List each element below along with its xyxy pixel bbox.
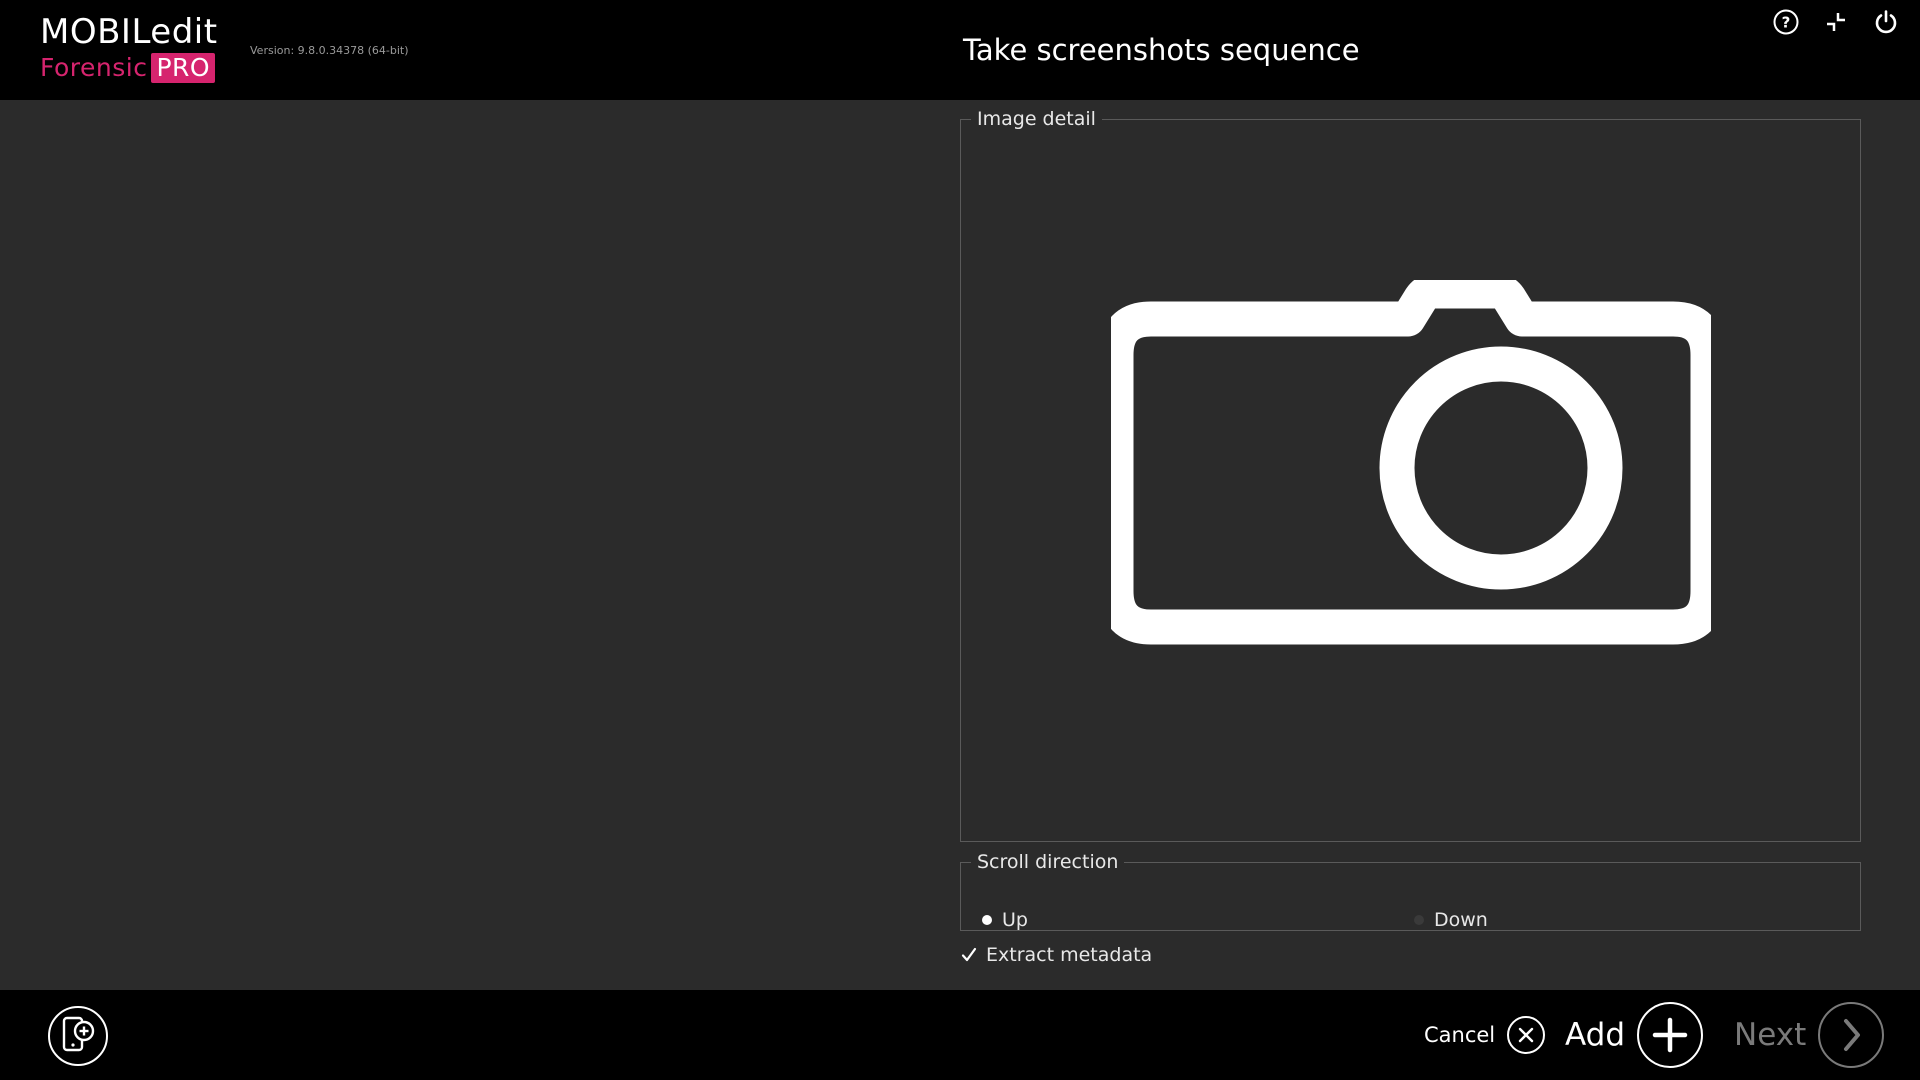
top-bar: MOBILedit Forensic PRO Version: 9.8.0.34…: [0, 0, 1920, 100]
scroll-direction-group: Scroll direction Up Down: [960, 851, 1861, 931]
extract-metadata-label: Extract metadata: [986, 944, 1153, 966]
image-detail-panel: Image detail: [960, 108, 1861, 842]
plus-icon[interactable]: [1637, 1002, 1704, 1068]
next-label: Next: [1734, 1017, 1807, 1053]
power-icon[interactable]: [1872, 8, 1900, 36]
next-button[interactable]: Next: [1734, 1002, 1885, 1068]
radio-up-label: Up: [1002, 909, 1028, 931]
logo-name: MOBILedit: [40, 12, 218, 52]
radio-down-dot[interactable]: [1414, 915, 1424, 925]
bottom-bar: Cancel Add Next: [0, 990, 1920, 1080]
window-controls: ?: [1772, 8, 1900, 36]
radio-up-dot[interactable]: [982, 915, 992, 925]
logo-pro-badge: PRO: [151, 53, 216, 83]
radio-up[interactable]: Up: [982, 909, 1028, 931]
close-icon[interactable]: [1507, 1016, 1546, 1054]
radio-down-label: Down: [1434, 909, 1488, 931]
svg-text:?: ?: [1782, 14, 1791, 32]
cancel-label: Cancel: [1424, 1023, 1496, 1047]
image-detail-legend: Image detail: [977, 108, 1096, 130]
version-label: Version: 9.8.0.34378 (64-bit): [250, 44, 409, 57]
add-button[interactable]: Add: [1565, 1002, 1704, 1068]
add-label: Add: [1565, 1017, 1626, 1053]
add-device-icon: [58, 1014, 98, 1058]
scroll-direction-legend: Scroll direction: [977, 851, 1119, 873]
help-icon[interactable]: ?: [1772, 8, 1800, 36]
page-title: Take screenshots sequence: [963, 33, 1360, 67]
extract-metadata-checkbox[interactable]: Extract metadata: [960, 944, 1152, 966]
app-logo: MOBILedit Forensic PRO: [40, 12, 218, 84]
camera-icon: [1098, 273, 1726, 724]
minimize-icon[interactable]: [1822, 8, 1850, 36]
cancel-button[interactable]: Cancel: [1424, 1016, 1546, 1054]
chevron-right-icon[interactable]: [1818, 1002, 1885, 1068]
radio-down[interactable]: Down: [1414, 909, 1488, 931]
logo-sub-text: Forensic: [40, 53, 148, 82]
add-device-button[interactable]: [48, 1006, 108, 1066]
logo-sub: Forensic PRO: [40, 52, 218, 84]
checkmark-icon[interactable]: [960, 946, 978, 964]
